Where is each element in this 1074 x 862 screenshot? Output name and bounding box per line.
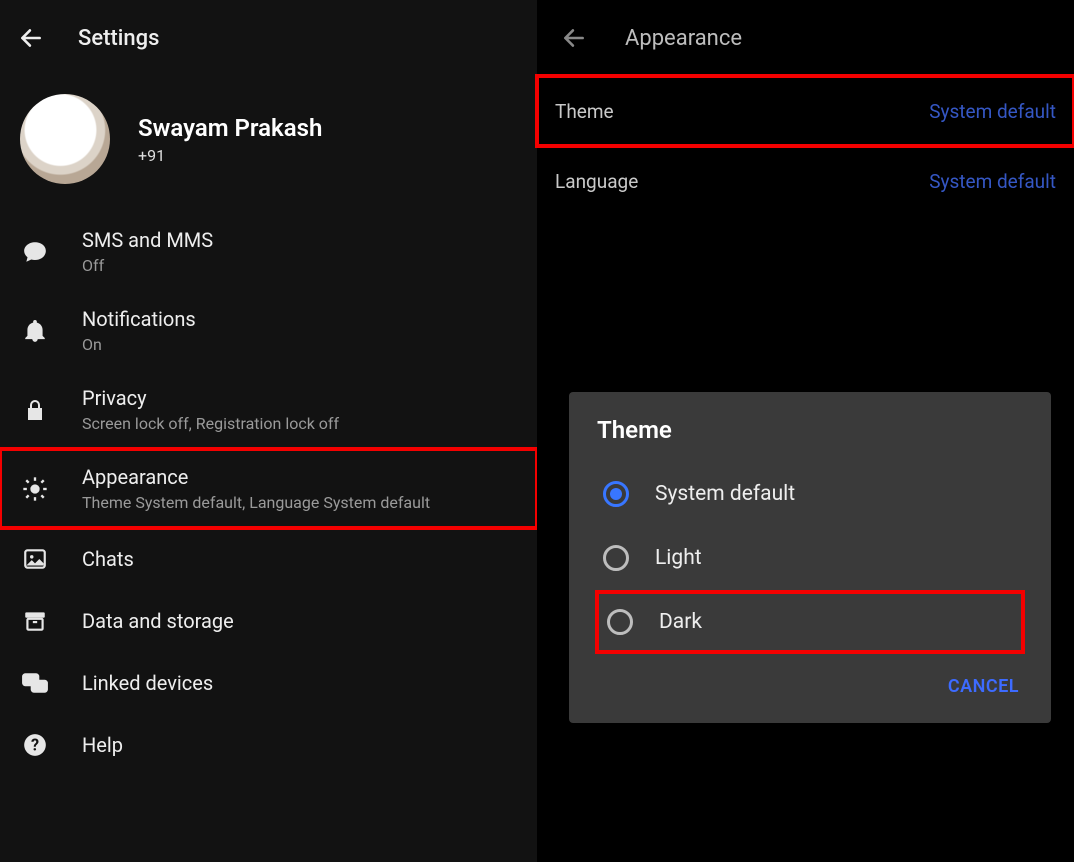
profile-name: Swayam Prakash bbox=[138, 114, 322, 142]
settings-item-linked[interactable]: Linked devices bbox=[0, 652, 537, 714]
item-subtitle: On bbox=[82, 335, 196, 354]
settings-item-notifications[interactable]: Notifications On bbox=[0, 291, 537, 370]
item-subtitle: Theme System default, Language System de… bbox=[82, 493, 430, 512]
settings-item-appearance[interactable]: Appearance Theme System default, Languag… bbox=[0, 449, 537, 528]
radio-label: Light bbox=[655, 546, 702, 570]
image-icon bbox=[20, 546, 50, 572]
chat-bubble-icon bbox=[20, 239, 50, 265]
link-icon bbox=[20, 671, 50, 695]
theme-dialog: Theme System default Light Dark CANCEL bbox=[569, 392, 1051, 723]
item-title: Help bbox=[82, 733, 123, 757]
radio-icon bbox=[603, 481, 629, 507]
settings-item-chats[interactable]: Chats bbox=[0, 528, 537, 590]
theme-row[interactable]: Theme System default bbox=[537, 76, 1074, 146]
radio-option-system[interactable]: System default bbox=[569, 462, 1051, 526]
radio-label: System default bbox=[655, 482, 795, 506]
radio-icon bbox=[603, 545, 629, 571]
row-val: System default bbox=[929, 100, 1056, 123]
settings-screen: Settings Swayam Prakash +91 SMS and MMS … bbox=[0, 0, 537, 862]
settings-item-help[interactable]: ? Help bbox=[0, 714, 537, 776]
radio-label: Dark bbox=[659, 610, 702, 634]
item-title: Data and storage bbox=[82, 609, 234, 633]
radio-icon bbox=[607, 609, 633, 635]
svg-text:?: ? bbox=[31, 735, 39, 754]
language-row[interactable]: Language System default bbox=[537, 146, 1074, 216]
settings-title: Settings bbox=[78, 26, 159, 51]
settings-item-privacy[interactable]: Privacy Screen lock off, Registration lo… bbox=[0, 370, 537, 449]
dialog-title: Theme bbox=[569, 392, 1051, 462]
back-icon[interactable] bbox=[18, 25, 44, 51]
profile-row[interactable]: Swayam Prakash +91 bbox=[0, 76, 537, 212]
back-icon[interactable] bbox=[561, 25, 587, 51]
item-title: Notifications bbox=[82, 307, 196, 331]
dialog-actions: CANCEL bbox=[569, 654, 1051, 715]
avatar bbox=[20, 94, 110, 184]
settings-header: Settings bbox=[0, 0, 537, 76]
settings-item-sms[interactable]: SMS and MMS Off bbox=[0, 212, 537, 291]
bell-icon bbox=[20, 318, 50, 344]
profile-phone: +91 bbox=[138, 146, 322, 165]
archive-icon bbox=[20, 608, 50, 634]
appearance-title: Appearance bbox=[625, 26, 742, 51]
appearance-header: Appearance bbox=[537, 0, 1074, 76]
item-title: Privacy bbox=[82, 386, 339, 410]
lock-icon bbox=[20, 397, 50, 423]
help-icon: ? bbox=[20, 732, 50, 758]
radio-option-dark[interactable]: Dark bbox=[599, 594, 1021, 650]
cancel-button[interactable]: CANCEL bbox=[936, 668, 1031, 705]
item-title: Linked devices bbox=[82, 671, 213, 695]
item-title: Appearance bbox=[82, 465, 430, 489]
row-key: Theme bbox=[555, 100, 614, 123]
profile-text: Swayam Prakash +91 bbox=[138, 114, 322, 165]
radio-option-dark-highlight: Dark bbox=[595, 590, 1025, 654]
settings-item-storage[interactable]: Data and storage bbox=[0, 590, 537, 652]
item-title: Chats bbox=[82, 547, 134, 571]
item-title: SMS and MMS bbox=[82, 228, 213, 252]
appearance-screen: Appearance Theme System default Language… bbox=[537, 0, 1074, 862]
row-key: Language bbox=[555, 170, 638, 193]
sun-icon bbox=[20, 475, 50, 503]
radio-option-light[interactable]: Light bbox=[569, 526, 1051, 590]
row-val: System default bbox=[929, 170, 1056, 193]
item-subtitle: Screen lock off, Registration lock off bbox=[82, 414, 339, 433]
item-subtitle: Off bbox=[82, 256, 213, 275]
